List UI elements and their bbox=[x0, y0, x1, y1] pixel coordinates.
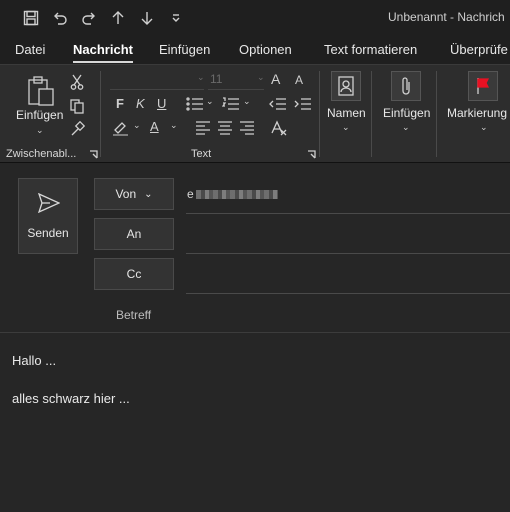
body-line[interactable]: Hallo ... bbox=[12, 353, 56, 368]
increase-indent-icon[interactable] bbox=[294, 96, 312, 112]
subject-label: Betreff bbox=[116, 308, 152, 322]
from-field[interactable]: e bbox=[187, 187, 278, 201]
chevron-down-icon[interactable]: ⌄ bbox=[206, 96, 214, 107]
paste-label[interactable]: Einfügen bbox=[16, 108, 63, 122]
to-label: An bbox=[126, 227, 142, 241]
clipboard-group-label: Zwischenabl... bbox=[6, 148, 77, 160]
chevron-down-icon[interactable]: ⌄ bbox=[480, 122, 488, 133]
text-group-label: Text bbox=[191, 148, 212, 160]
tab-einfuegen[interactable]: Einfügen bbox=[159, 42, 210, 57]
chevron-down-icon[interactable]: ⌄ bbox=[243, 96, 251, 107]
undo-icon[interactable] bbox=[50, 8, 70, 28]
cut-icon[interactable] bbox=[68, 73, 86, 91]
arrow-down-icon[interactable] bbox=[137, 8, 157, 28]
tab-optionen[interactable]: Optionen bbox=[239, 42, 292, 57]
align-right-icon[interactable] bbox=[239, 121, 255, 135]
names-label[interactable]: Namen bbox=[327, 106, 366, 120]
from-button[interactable]: Von ⌄ bbox=[94, 178, 174, 210]
decrease-indent-icon[interactable] bbox=[269, 96, 287, 112]
send-icon bbox=[38, 193, 60, 213]
align-left-icon[interactable] bbox=[195, 121, 211, 135]
address-book-icon[interactable] bbox=[331, 71, 361, 101]
cc-label: Cc bbox=[126, 267, 142, 281]
chevron-down-icon[interactable]: ⌄ bbox=[36, 125, 44, 136]
send-button[interactable]: Senden bbox=[18, 178, 78, 254]
send-label: Senden bbox=[27, 226, 69, 240]
chevron-down-icon[interactable]: ⌄ bbox=[170, 120, 178, 131]
shrink-font-icon[interactable]: A bbox=[295, 73, 303, 87]
ribbon: Einfügen ⌄ Zwischenabl... ⌄ 11 ⌄ A A F K… bbox=[0, 64, 510, 162]
body-line[interactable]: alles schwarz hier ... bbox=[12, 391, 130, 406]
italic-button[interactable]: K bbox=[136, 96, 145, 111]
numbered-list-icon[interactable] bbox=[222, 96, 240, 112]
redacted-email bbox=[195, 190, 278, 200]
grow-font-icon[interactable]: A bbox=[271, 71, 280, 87]
tab-ueberpruefen[interactable]: Überprüfe bbox=[450, 42, 508, 57]
format-painter-icon[interactable] bbox=[68, 120, 86, 138]
chevron-down-icon[interactable]: ⌄ bbox=[257, 72, 265, 83]
to-button[interactable]: An bbox=[94, 218, 174, 250]
ribbon-separator bbox=[436, 71, 437, 157]
flag-icon[interactable] bbox=[468, 71, 498, 101]
tab-nachricht[interactable]: Nachricht bbox=[73, 42, 133, 63]
chevron-down-icon[interactable]: ⌄ bbox=[133, 120, 141, 131]
font-size-combo[interactable]: 11 bbox=[208, 72, 264, 90]
window-title: Unbenannt - Nachrich bbox=[388, 10, 505, 24]
align-center-icon[interactable] bbox=[217, 121, 233, 135]
menu-bar: Datei Nachricht Einfügen Optionen Text f… bbox=[0, 36, 510, 64]
clear-formatting-icon[interactable] bbox=[269, 120, 287, 136]
highlight-icon[interactable] bbox=[112, 120, 130, 136]
cc-button[interactable]: Cc bbox=[94, 258, 174, 290]
ribbon-separator bbox=[371, 71, 372, 157]
from-value: e bbox=[187, 187, 194, 201]
dialog-launcher-icon[interactable] bbox=[88, 149, 98, 159]
redo-icon[interactable] bbox=[79, 8, 99, 28]
ribbon-separator bbox=[319, 71, 320, 157]
copy-icon[interactable] bbox=[68, 97, 86, 115]
font-name-combo[interactable] bbox=[110, 72, 204, 90]
tab-text-formatieren[interactable]: Text formatieren bbox=[324, 42, 417, 57]
attach-file-icon[interactable] bbox=[391, 71, 421, 101]
insert-label[interactable]: Einfügen bbox=[383, 106, 430, 120]
underline-button[interactable]: U bbox=[157, 96, 166, 111]
from-underline bbox=[186, 213, 510, 214]
bullet-list-icon[interactable] bbox=[186, 96, 204, 112]
cc-field[interactable] bbox=[186, 293, 510, 294]
chevron-down-icon[interactable]: ⌄ bbox=[342, 122, 350, 133]
chevron-down-icon[interactable]: ⌄ bbox=[402, 122, 410, 133]
customize-qat-icon[interactable] bbox=[166, 8, 186, 28]
to-field[interactable] bbox=[186, 253, 510, 254]
bold-button[interactable]: F bbox=[116, 96, 124, 111]
paste-icon[interactable] bbox=[25, 75, 57, 107]
dialog-launcher-icon[interactable] bbox=[306, 149, 316, 159]
compose-header: Senden Von ⌄ e An Cc Betreff bbox=[0, 162, 510, 332]
save-icon[interactable] bbox=[21, 8, 41, 28]
ribbon-separator bbox=[100, 71, 101, 157]
arrow-up-icon[interactable] bbox=[108, 8, 128, 28]
title-bar: Unbenannt - Nachrich bbox=[0, 0, 510, 36]
from-label: Von bbox=[115, 187, 137, 201]
tab-datei[interactable]: Datei bbox=[15, 42, 45, 57]
font-color-icon[interactable]: A bbox=[150, 119, 159, 134]
chevron-down-icon: ⌄ bbox=[144, 188, 153, 200]
header-body-divider bbox=[0, 332, 510, 333]
tags-label[interactable]: Markierung bbox=[447, 106, 507, 120]
chevron-down-icon[interactable]: ⌄ bbox=[197, 72, 205, 83]
